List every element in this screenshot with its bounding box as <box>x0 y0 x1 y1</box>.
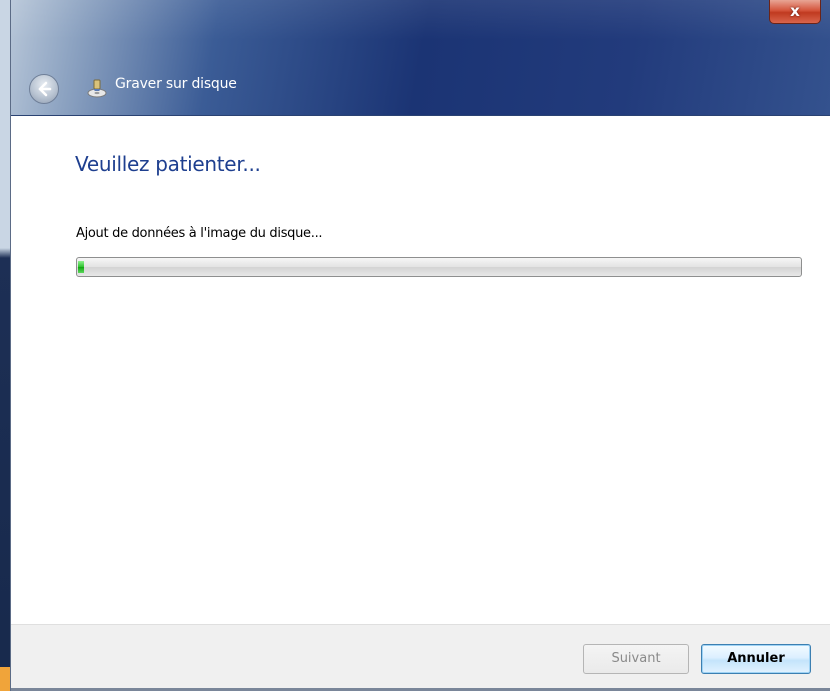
cancel-button[interactable]: Annuler <box>701 644 811 674</box>
disc-burn-icon <box>87 79 107 98</box>
burn-disc-dialog: x Graver sur disque Veuillez patienter..… <box>10 0 830 691</box>
content-area: Veuillez patienter... Ajout de données à… <box>11 116 830 624</box>
taskbar-corner <box>0 667 10 691</box>
close-icon: x <box>790 2 800 20</box>
back-button[interactable] <box>29 74 59 104</box>
button-bar: Suivant Annuler <box>11 624 830 691</box>
progress-fill <box>78 261 84 273</box>
status-text: Ajout de données à l'image du disque... <box>76 226 323 241</box>
close-button[interactable]: x <box>769 0 821 24</box>
window-title: Graver sur disque <box>115 76 237 92</box>
progress-bar <box>76 257 802 277</box>
title-bar: x Graver sur disque <box>11 0 830 116</box>
next-button[interactable]: Suivant <box>583 644 689 674</box>
page-title: Veuillez patienter... <box>75 152 261 176</box>
back-arrow-icon <box>38 81 52 97</box>
